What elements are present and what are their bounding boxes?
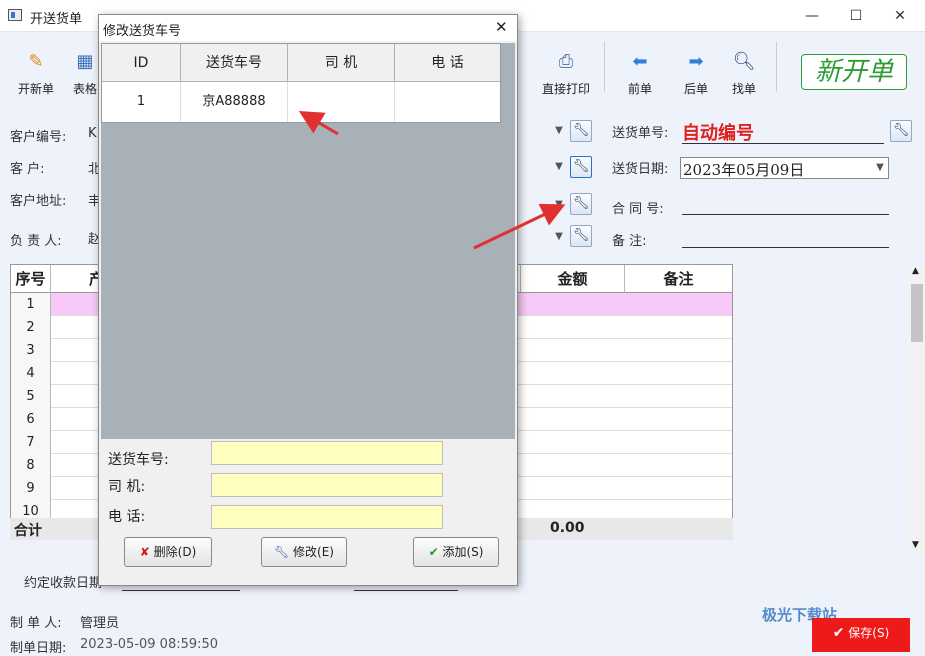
annotation-arrows [298, 110, 566, 250]
arrow-to-driver-cell [298, 110, 339, 136]
arrow-to-lookup-button [473, 203, 566, 250]
